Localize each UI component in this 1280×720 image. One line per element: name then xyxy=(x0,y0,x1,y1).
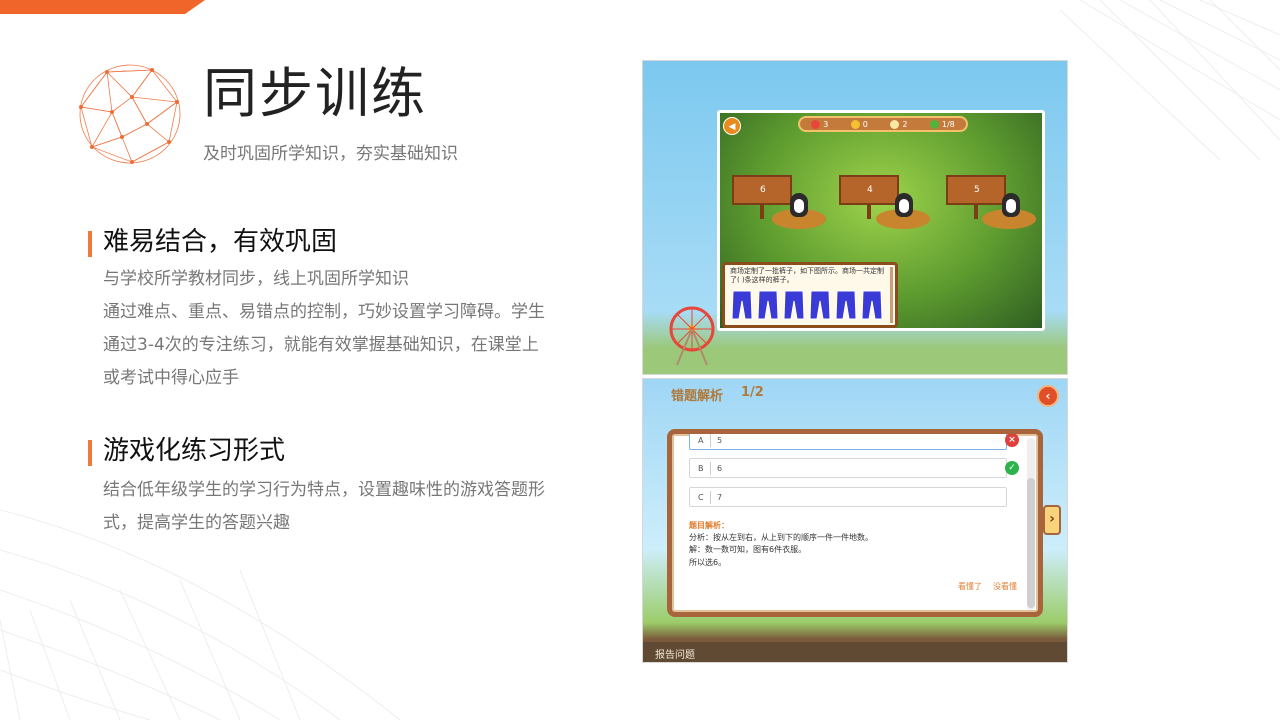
chevron-right-icon[interactable]: › xyxy=(1043,505,1061,535)
globe-network-icon xyxy=(79,64,181,164)
progress-icon xyxy=(929,119,939,129)
understood-link[interactable]: 看懂了 xyxy=(958,581,982,592)
section-line: 通过3-4次的专注练习，就能有效掌握基础知识，在课堂上 xyxy=(103,335,539,355)
page-subtitle: 及时巩固所学知识，夯实基础知识 xyxy=(203,144,458,164)
not-understood-link[interactable]: 没看懂 xyxy=(993,581,1017,592)
pants-image xyxy=(809,290,831,320)
top-accent-bar xyxy=(0,0,205,14)
review-title: 错题解析 xyxy=(671,389,724,404)
progress-counter: 1/8 xyxy=(929,119,955,129)
section-accent-bar xyxy=(88,440,92,466)
section-line: 与学校所学教材同步，线上巩固所学知识 xyxy=(103,269,409,289)
pants-image xyxy=(835,290,857,320)
star-icon xyxy=(890,119,900,129)
wrong-mark-icon: × xyxy=(1005,434,1019,447)
answer-option[interactable]: A 5 xyxy=(689,434,1007,450)
speaker-icon[interactable]: ◀ xyxy=(723,117,741,135)
lives-counter: 3 xyxy=(811,119,828,129)
answer-option[interactable]: C 7 xyxy=(689,487,1007,507)
game-screenshot: ◀ 3 0 2 1/8 6 4 5 商场定制了一批裤子，如下图所示。商场一共定制… xyxy=(642,60,1068,375)
sign-post xyxy=(974,205,978,219)
section-body: 结合低年级学生的学习行为特点，设置趣味性的游戏答题形 式，提高学生的答题兴趣 xyxy=(103,474,598,540)
pants-image xyxy=(731,290,753,320)
section-accent-bar xyxy=(88,231,92,257)
question-panel: 商场定制了一批裤子，如下图所示。商场一共定制了( )条这样的裤子。 xyxy=(722,262,898,328)
feature-section-1: 难易结合，有效巩固 与学校所学教材同步，线上巩固所学知识 通过难点、重点、易错点… xyxy=(88,227,598,398)
section-line: 式，提高学生的答题兴趣 xyxy=(103,513,290,533)
section-heading: 难易结合，有效巩固 xyxy=(103,227,338,257)
answer-option-sign[interactable]: 6 xyxy=(732,175,792,205)
answer-option[interactable]: B 6 xyxy=(689,458,1007,478)
section-line: 结合低年级学生的学习行为特点，设置趣味性的游戏答题形 xyxy=(103,480,545,500)
review-screenshot: 错题解析 1/2 ‹ A 5 × B 6 ✓ C 7 题目解析： 分析：按从左到… xyxy=(642,378,1068,663)
answer-option-sign[interactable]: 5 xyxy=(946,175,1006,205)
pants-image xyxy=(757,290,779,320)
section-line: 或考试中得心应手 xyxy=(103,368,239,388)
review-counter: 1/2 xyxy=(741,385,764,400)
section-body: 与学校所学教材同步，线上巩固所学知识 通过难点、重点、易错点的控制，巧妙设置学习… xyxy=(103,263,598,395)
analysis-panel: A 5 × B 6 ✓ C 7 题目解析： 分析：按从左到右，从上到下的顺序一件… xyxy=(667,429,1043,617)
star-counter: 2 xyxy=(890,119,907,129)
back-arrow-icon[interactable]: ‹ xyxy=(1037,385,1059,407)
page-title: 同步训练 xyxy=(203,62,427,125)
ferris-wheel-icon xyxy=(669,306,715,366)
question-scrollbar[interactable] xyxy=(890,267,893,323)
question-text: 商场定制了一批裤子，如下图所示。商场一共定制了( )条这样的裤子。 xyxy=(730,267,884,284)
game-board: ◀ 3 0 2 1/8 6 4 5 商场定制了一批裤子，如下图所示。商场一共定制… xyxy=(717,110,1045,331)
answer-option-sign[interactable]: 4 xyxy=(839,175,899,205)
section-line: 通过难点、重点、易错点的控制，巧妙设置学习障碍。学生 xyxy=(103,302,545,322)
game-hud: 3 0 2 1/8 xyxy=(798,116,968,132)
scrollbar-thumb[interactable] xyxy=(1027,478,1035,608)
penguin-character[interactable] xyxy=(1002,193,1020,217)
feature-section-2: 游戏化练习形式 结合低年级学生的学习行为特点，设置趣味性的游戏答题形 式，提高学… xyxy=(88,436,598,547)
penguin-character[interactable] xyxy=(895,193,913,217)
panel-scrollbar[interactable] xyxy=(1027,438,1035,610)
background-mesh-top-right xyxy=(1060,0,1280,160)
penguin-character[interactable] xyxy=(790,193,808,217)
coin-counter: 0 xyxy=(850,119,868,129)
report-bar: 报告问题 xyxy=(643,642,1067,662)
analysis-heading: 题目解析： xyxy=(689,521,729,530)
analysis-line: 解：数一数可知，图有6件衣服。 xyxy=(689,545,807,554)
sign-post xyxy=(760,205,764,219)
section-heading: 游戏化练习形式 xyxy=(103,436,286,466)
check-mark-icon: ✓ xyxy=(1005,461,1019,475)
sign-post xyxy=(867,205,871,219)
pants-image xyxy=(783,290,805,320)
heart-icon xyxy=(811,119,821,129)
analysis-line: 所以选6。 xyxy=(689,558,727,567)
analysis-line: 分析：按从左到右，从上到下的顺序一件一件地数。 xyxy=(689,533,873,542)
coin-icon xyxy=(850,119,860,129)
pants-image xyxy=(861,290,883,320)
report-problem-link[interactable]: 报告问题 xyxy=(655,646,695,661)
